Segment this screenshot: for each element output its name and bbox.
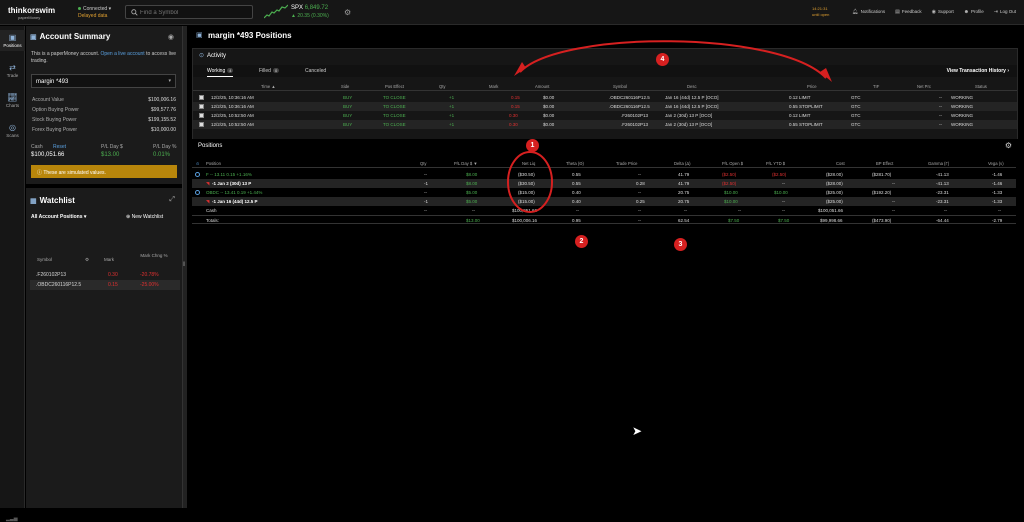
annotation-badge-4: 4 [656,53,669,66]
annotation-badge-3: 3 [674,238,687,251]
annotation-badge-2: 2 [575,235,588,248]
annotation-ellipse [507,151,553,213]
arrow-head-left-icon [514,62,526,76]
annotation-overlay [507,40,832,213]
annotation-badge-1: 1 [526,139,539,152]
signal-bars-icon: ▂▃▅ [6,516,18,522]
mouse-cursor-icon: ➤ [632,424,643,438]
annotation-arrow-curve [519,40,827,79]
